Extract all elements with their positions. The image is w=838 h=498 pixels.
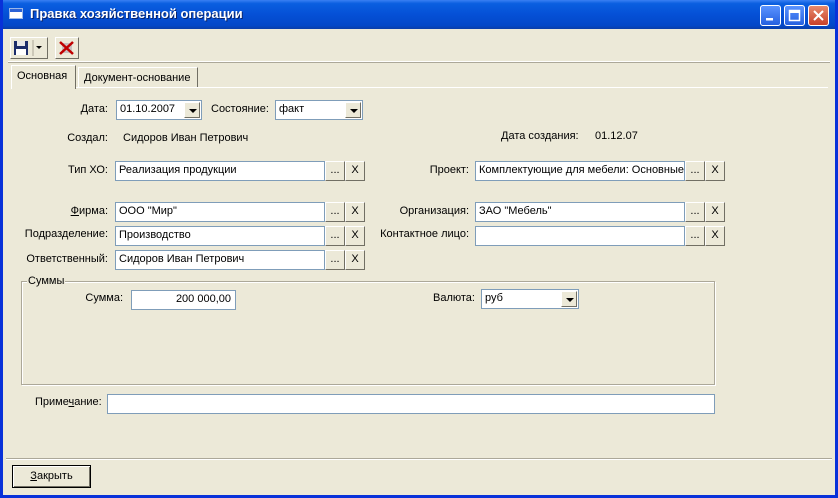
responsible-select-button[interactable]: ... <box>325 250 345 270</box>
state-value: факт <box>279 103 305 115</box>
sum-field[interactable]: 200 000,00 <box>131 290 236 310</box>
sums-group <box>21 281 715 385</box>
department-field[interactable]: Производство <box>115 226 325 246</box>
op-type-clear-button[interactable]: X <box>345 161 365 181</box>
chevron-down-icon[interactable] <box>184 102 200 118</box>
currency-label: Валюта: <box>433 292 475 304</box>
contact-field[interactable] <box>475 226 685 246</box>
note-label: Примечание: <box>35 396 102 408</box>
responsible-label: Ответственный: <box>26 253 108 265</box>
state-select[interactable]: факт <box>275 100 363 120</box>
project-field[interactable]: Комплектующие для мебели: Основные <box>475 161 685 181</box>
maximize-icon <box>788 9 801 22</box>
op-type-select-button[interactable]: ... <box>325 161 345 181</box>
contact-label: Контактное лицо: <box>380 228 469 240</box>
minimize-button[interactable] <box>760 5 781 26</box>
organization-label: Организация: <box>399 205 469 217</box>
date-value: 01.10.2007 <box>120 103 176 115</box>
save-icon <box>14 40 42 56</box>
responsible-field[interactable]: Сидоров Иван Петрович <box>115 250 325 270</box>
save-button[interactable] <box>10 37 48 59</box>
department-select-button[interactable]: ... <box>325 226 345 246</box>
chevron-down-icon[interactable] <box>345 102 361 118</box>
close-window-button[interactable] <box>808 5 829 26</box>
title-bar[interactable]: Правка хозяйственной операции <box>3 0 835 29</box>
minimize-icon <box>766 18 773 21</box>
firm-select-button[interactable]: ... <box>325 202 345 222</box>
firm-clear-button[interactable]: X <box>345 202 365 222</box>
delete-record-icon <box>59 41 74 55</box>
firm-field[interactable]: ООО "Мир" <box>115 202 325 222</box>
department-clear-button[interactable]: X <box>345 226 365 246</box>
tab-main[interactable]: Основная <box>11 65 76 89</box>
op-type-field[interactable]: Реализация продукции <box>115 161 325 181</box>
window-icon <box>9 8 23 19</box>
close-button[interactable]: Закрыть <box>12 465 91 488</box>
sums-group-title: Суммы <box>27 275 66 287</box>
responsible-clear-button[interactable]: X <box>345 250 365 270</box>
contact-clear-button[interactable]: X <box>705 226 725 246</box>
toolbar <box>8 34 830 62</box>
organization-clear-button[interactable]: X <box>705 202 725 222</box>
close-icon <box>813 10 824 21</box>
organization-select-button[interactable]: ... <box>685 202 705 222</box>
firm-label: Фирма: <box>70 205 108 217</box>
delete-button[interactable] <box>55 37 79 59</box>
created-by-label: Создал: <box>67 132 108 144</box>
created-by-value: Сидоров Иван Петрович <box>123 132 249 144</box>
currency-select[interactable]: руб <box>481 289 579 309</box>
op-type-label: Тип ХО: <box>68 164 108 176</box>
footer-separator <box>6 458 832 460</box>
project-clear-button[interactable]: X <box>705 161 725 181</box>
window-title: Правка хозяйственной операции <box>30 6 243 21</box>
chevron-down-icon[interactable] <box>561 291 577 307</box>
project-label: Проект: <box>429 164 469 176</box>
project-select-button[interactable]: ... <box>685 161 705 181</box>
contact-select-button[interactable]: ... <box>685 226 705 246</box>
department-label: Подразделение: <box>24 228 108 240</box>
sum-label: Сумма: <box>85 292 123 304</box>
date-field[interactable]: 01.10.2007 <box>116 100 202 120</box>
main-window: Правка хозяйственной операции Основная Д… <box>0 0 838 498</box>
date-label: Дата: <box>80 103 108 115</box>
organization-field[interactable]: ЗАО "Мебель" <box>475 202 685 222</box>
maximize-button[interactable] <box>784 5 805 26</box>
tab-basis-document[interactable]: Документ-основание <box>78 67 198 88</box>
created-date-value: 01.12.07 <box>595 130 638 142</box>
note-field[interactable] <box>107 394 715 414</box>
currency-value: руб <box>485 292 503 304</box>
created-date-label: Дата создания: <box>501 130 579 142</box>
state-label: Состояние: <box>211 103 269 115</box>
